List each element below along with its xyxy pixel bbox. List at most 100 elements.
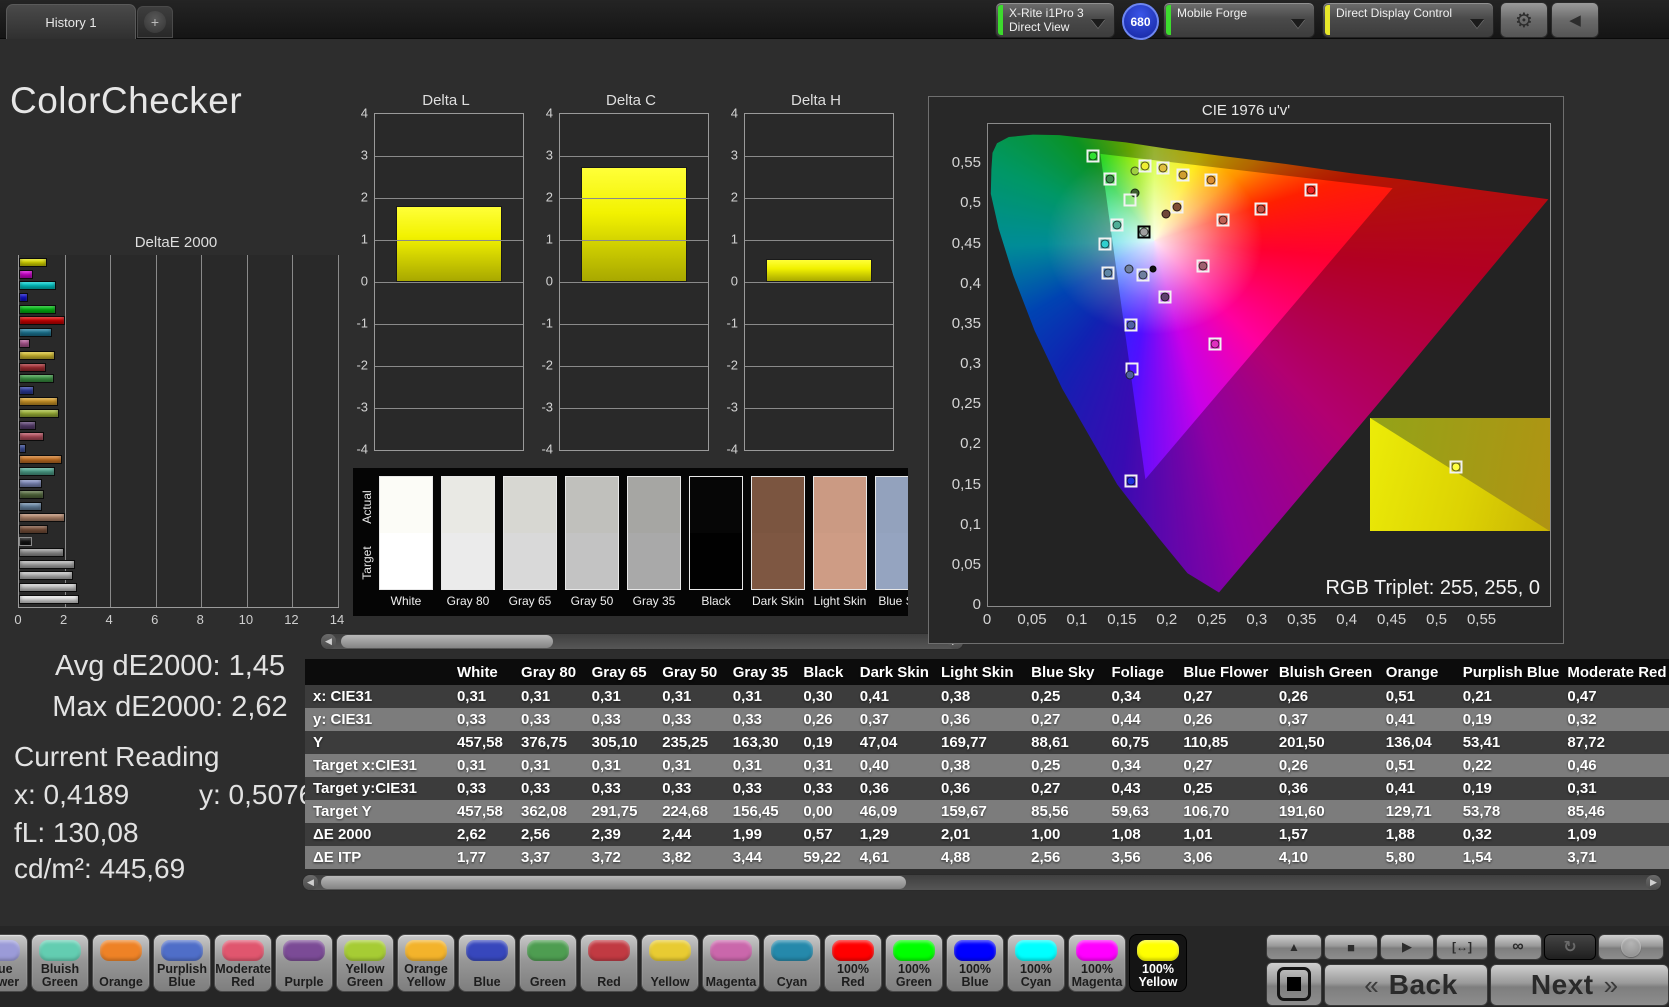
swatch-target: [380, 533, 432, 589]
table-cell: 0,31: [513, 754, 584, 777]
y-tick-label: 0,1: [935, 516, 981, 533]
infinity-icon: ∞: [1512, 938, 1523, 956]
add-tab-button[interactable]: +: [137, 6, 173, 38]
scroll-left-icon[interactable]: ◀: [303, 875, 318, 890]
continuous-read-button[interactable]: ↻: [1544, 934, 1596, 960]
swatch-strip-scrollbar[interactable]: ◀ ▶: [320, 633, 964, 650]
scrollbar-thumb[interactable]: [341, 635, 553, 648]
patch-button-blue[interactable]: Blue: [458, 934, 516, 992]
patch-label: Orange Yellow: [398, 963, 454, 989]
patch-button-magenta[interactable]: Magenta: [702, 934, 760, 992]
swatch-gray-65: [503, 476, 557, 590]
swatch-target: [690, 533, 742, 589]
x-tick-label: 10: [239, 612, 253, 627]
table-cell: 0,00: [795, 800, 851, 823]
x-tick-label: 6: [151, 612, 158, 627]
current-reading-title: Current Reading: [14, 741, 219, 773]
patch-button-blue-flower[interactable]: Blue Flower: [0, 934, 28, 992]
table-cell: 3,37: [513, 846, 584, 869]
pattern-up-button[interactable]: ▲: [1266, 934, 1322, 960]
scrollbar-thumb[interactable]: [321, 876, 906, 889]
table-cell: 85,46: [1559, 800, 1669, 823]
patch-button-moderate-red[interactable]: Moderate Red: [214, 934, 272, 992]
deltae-bar-purple: [19, 421, 36, 430]
table-cell: 0,31: [795, 754, 851, 777]
table-cell: 362,08: [513, 800, 584, 823]
stop-button[interactable]: ■: [1324, 934, 1378, 960]
pattern-size-button[interactable]: [↔]: [1436, 934, 1488, 960]
next-button[interactable]: Next »: [1490, 964, 1669, 1006]
patch-button-100-green[interactable]: 100% Green: [885, 934, 943, 992]
table-cell: 4,10: [1271, 846, 1378, 869]
table-cell: 60,75: [1103, 731, 1175, 754]
table-row: ΔE ITP1,773,373,723,823,4459,224,614,882…: [305, 846, 1669, 869]
source-name: Mobile Forge: [1177, 6, 1247, 20]
x-tick-label: 0,3: [1246, 611, 1267, 628]
y-tick-label: 0,2: [935, 435, 981, 452]
status-circle-button[interactable]: [1598, 934, 1664, 960]
patch-button-100-magenta[interactable]: 100% Magenta: [1068, 934, 1126, 992]
collapse-panel-button[interactable]: ◀: [1551, 2, 1599, 38]
loop-button[interactable]: ∞: [1494, 934, 1542, 960]
play-button[interactable]: ▶: [1380, 934, 1434, 960]
patch-button-100-yellow[interactable]: 100% Yellow: [1129, 934, 1187, 992]
column-header: Light Skin: [933, 659, 1023, 685]
deltae-bar-cyan: [19, 328, 52, 337]
patch-color-chip: [649, 940, 691, 961]
tab-history-1[interactable]: History 1: [6, 4, 136, 39]
y-tick-label: 0,05: [935, 556, 981, 573]
column-header: Moderate Red: [1559, 659, 1669, 685]
x-tick-label: 14: [330, 612, 344, 627]
gridline: [745, 198, 893, 199]
patch-button-purple[interactable]: Purple: [275, 934, 333, 992]
patch-button-yellow-green[interactable]: Yellow Green: [336, 934, 394, 992]
table-cell: 0,19: [795, 731, 851, 754]
patch-button-100-cyan[interactable]: 100% Cyan: [1007, 934, 1065, 992]
table-cell: 129,71: [1378, 800, 1455, 823]
delta-l-chart: Delta L 43210-1-2-3-4: [352, 92, 522, 468]
back-button[interactable]: « Back: [1324, 964, 1488, 1006]
row-label: Y: [305, 731, 449, 754]
gridline: [338, 255, 339, 607]
patch-button-green[interactable]: Green: [519, 934, 577, 992]
patch-color-chip: [954, 940, 996, 961]
y-tick-label: -1: [726, 316, 738, 331]
source-selector[interactable]: Mobile Forge: [1163, 2, 1315, 38]
patch-color-chip: [161, 940, 203, 961]
patch-button-purplish-blue[interactable]: Purplish Blue: [153, 934, 211, 992]
x-tick-label: 0,35: [1287, 611, 1316, 628]
table-cell: 2,39: [584, 823, 655, 846]
swatch-actual: [814, 477, 866, 533]
patch-button-100-blue[interactable]: 100% Blue: [946, 934, 1004, 992]
swatch-actual: [380, 477, 432, 533]
table-cell: 3,56: [1103, 846, 1175, 869]
patch-button-orange-yellow[interactable]: Orange Yellow: [397, 934, 455, 992]
gear-icon: ⚙: [1515, 8, 1533, 33]
table-cell: 224,68: [654, 800, 725, 823]
chevrons-left-icon: «: [1364, 970, 1378, 1001]
scroll-left-icon[interactable]: ◀: [321, 634, 336, 649]
patch-button-red[interactable]: Red: [580, 934, 638, 992]
deltae-bar-bluish-green: [19, 467, 55, 476]
swatch-dark-skin: [751, 476, 805, 590]
patch-button-yellow[interactable]: Yellow: [641, 934, 699, 992]
column-header: Purplish Blue: [1455, 659, 1560, 685]
table-cell: 59,22: [795, 846, 851, 869]
meter-selector[interactable]: X-Rite i1Pro 3 Direct View: [995, 2, 1115, 38]
patch-color-chip: [1076, 940, 1118, 961]
pattern-window-button[interactable]: [1266, 962, 1322, 1006]
deltae-bar-blue: [19, 386, 34, 395]
patch-button-100-red[interactable]: 100% Red: [824, 934, 882, 992]
y-tick-label: 0,45: [935, 235, 981, 252]
display-control-selector[interactable]: Direct Display Control: [1322, 2, 1494, 38]
cie-measured-marker: [1126, 477, 1135, 486]
table-cell: 0,33: [725, 708, 796, 731]
scroll-right-icon[interactable]: ▶: [1646, 875, 1661, 890]
table-cell: 0,36: [933, 777, 1023, 800]
table-cell: 191,60: [1271, 800, 1378, 823]
patch-button-cyan[interactable]: Cyan: [763, 934, 821, 992]
table-scrollbar[interactable]: ◀ ▶: [302, 874, 1662, 891]
settings-button[interactable]: ⚙: [1500, 2, 1548, 38]
patch-button-bluish-green[interactable]: Bluish Green: [31, 934, 89, 992]
patch-button-orange[interactable]: Orange: [92, 934, 150, 992]
